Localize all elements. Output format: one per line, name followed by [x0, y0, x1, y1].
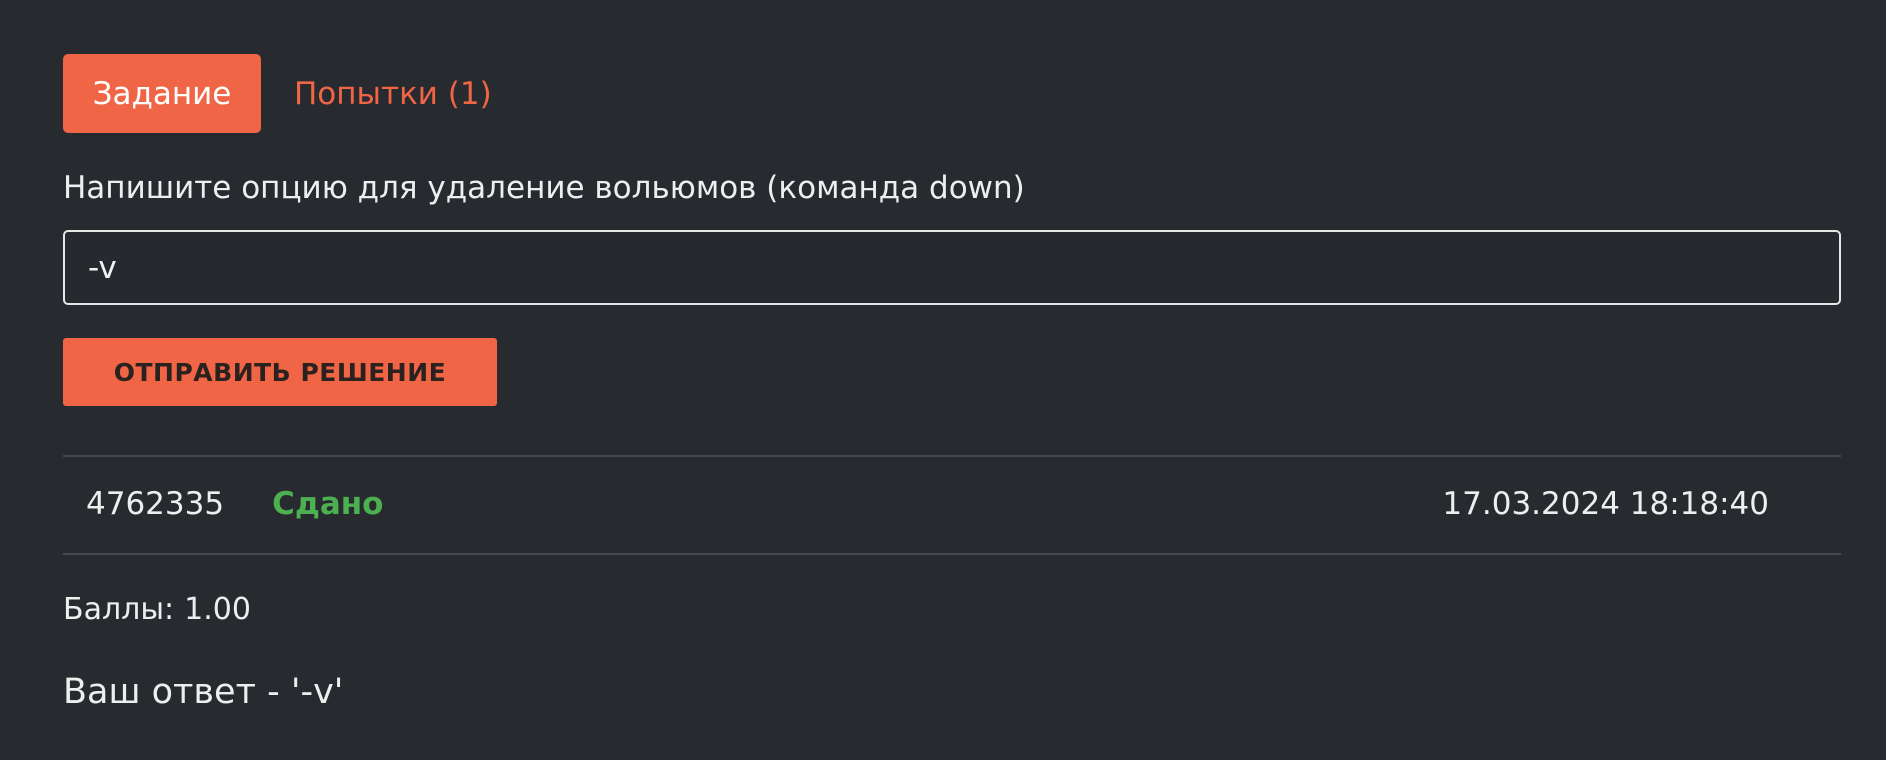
submit-solution-button[interactable]: ОТПРАВИТЬ РЕШЕНИЕ: [63, 338, 497, 406]
attempt-id: 4762335: [86, 486, 225, 522]
your-answer-text: Ваш ответ - '-v': [63, 672, 344, 712]
attempt-status-badge: Сдано: [272, 486, 384, 522]
tab-task-label: Задание: [92, 75, 232, 112]
attempt-row: 4762335 Сдано 17.03.2024 18:18:40: [63, 456, 1841, 552]
task-question: Напишите опцию для удаление вольюмов (ко…: [63, 170, 1025, 206]
score-label: Баллы:: [63, 592, 175, 627]
score-value: 1.00: [184, 592, 251, 627]
task-page: Задание Попытки (1) Напишите опцию для у…: [0, 0, 1886, 760]
tabs-bar: Задание Попытки (1): [63, 54, 492, 133]
score: Баллы: 1.00: [63, 592, 251, 627]
tab-task[interactable]: Задание: [63, 54, 261, 133]
attempt-datetime: 17.03.2024 18:18:40: [1442, 486, 1769, 522]
divider-bottom: [63, 553, 1841, 555]
tab-attempts[interactable]: Попытки (1): [294, 76, 492, 112]
tab-attempts-label: Попытки (1): [294, 75, 492, 112]
answer-input[interactable]: [63, 230, 1841, 305]
